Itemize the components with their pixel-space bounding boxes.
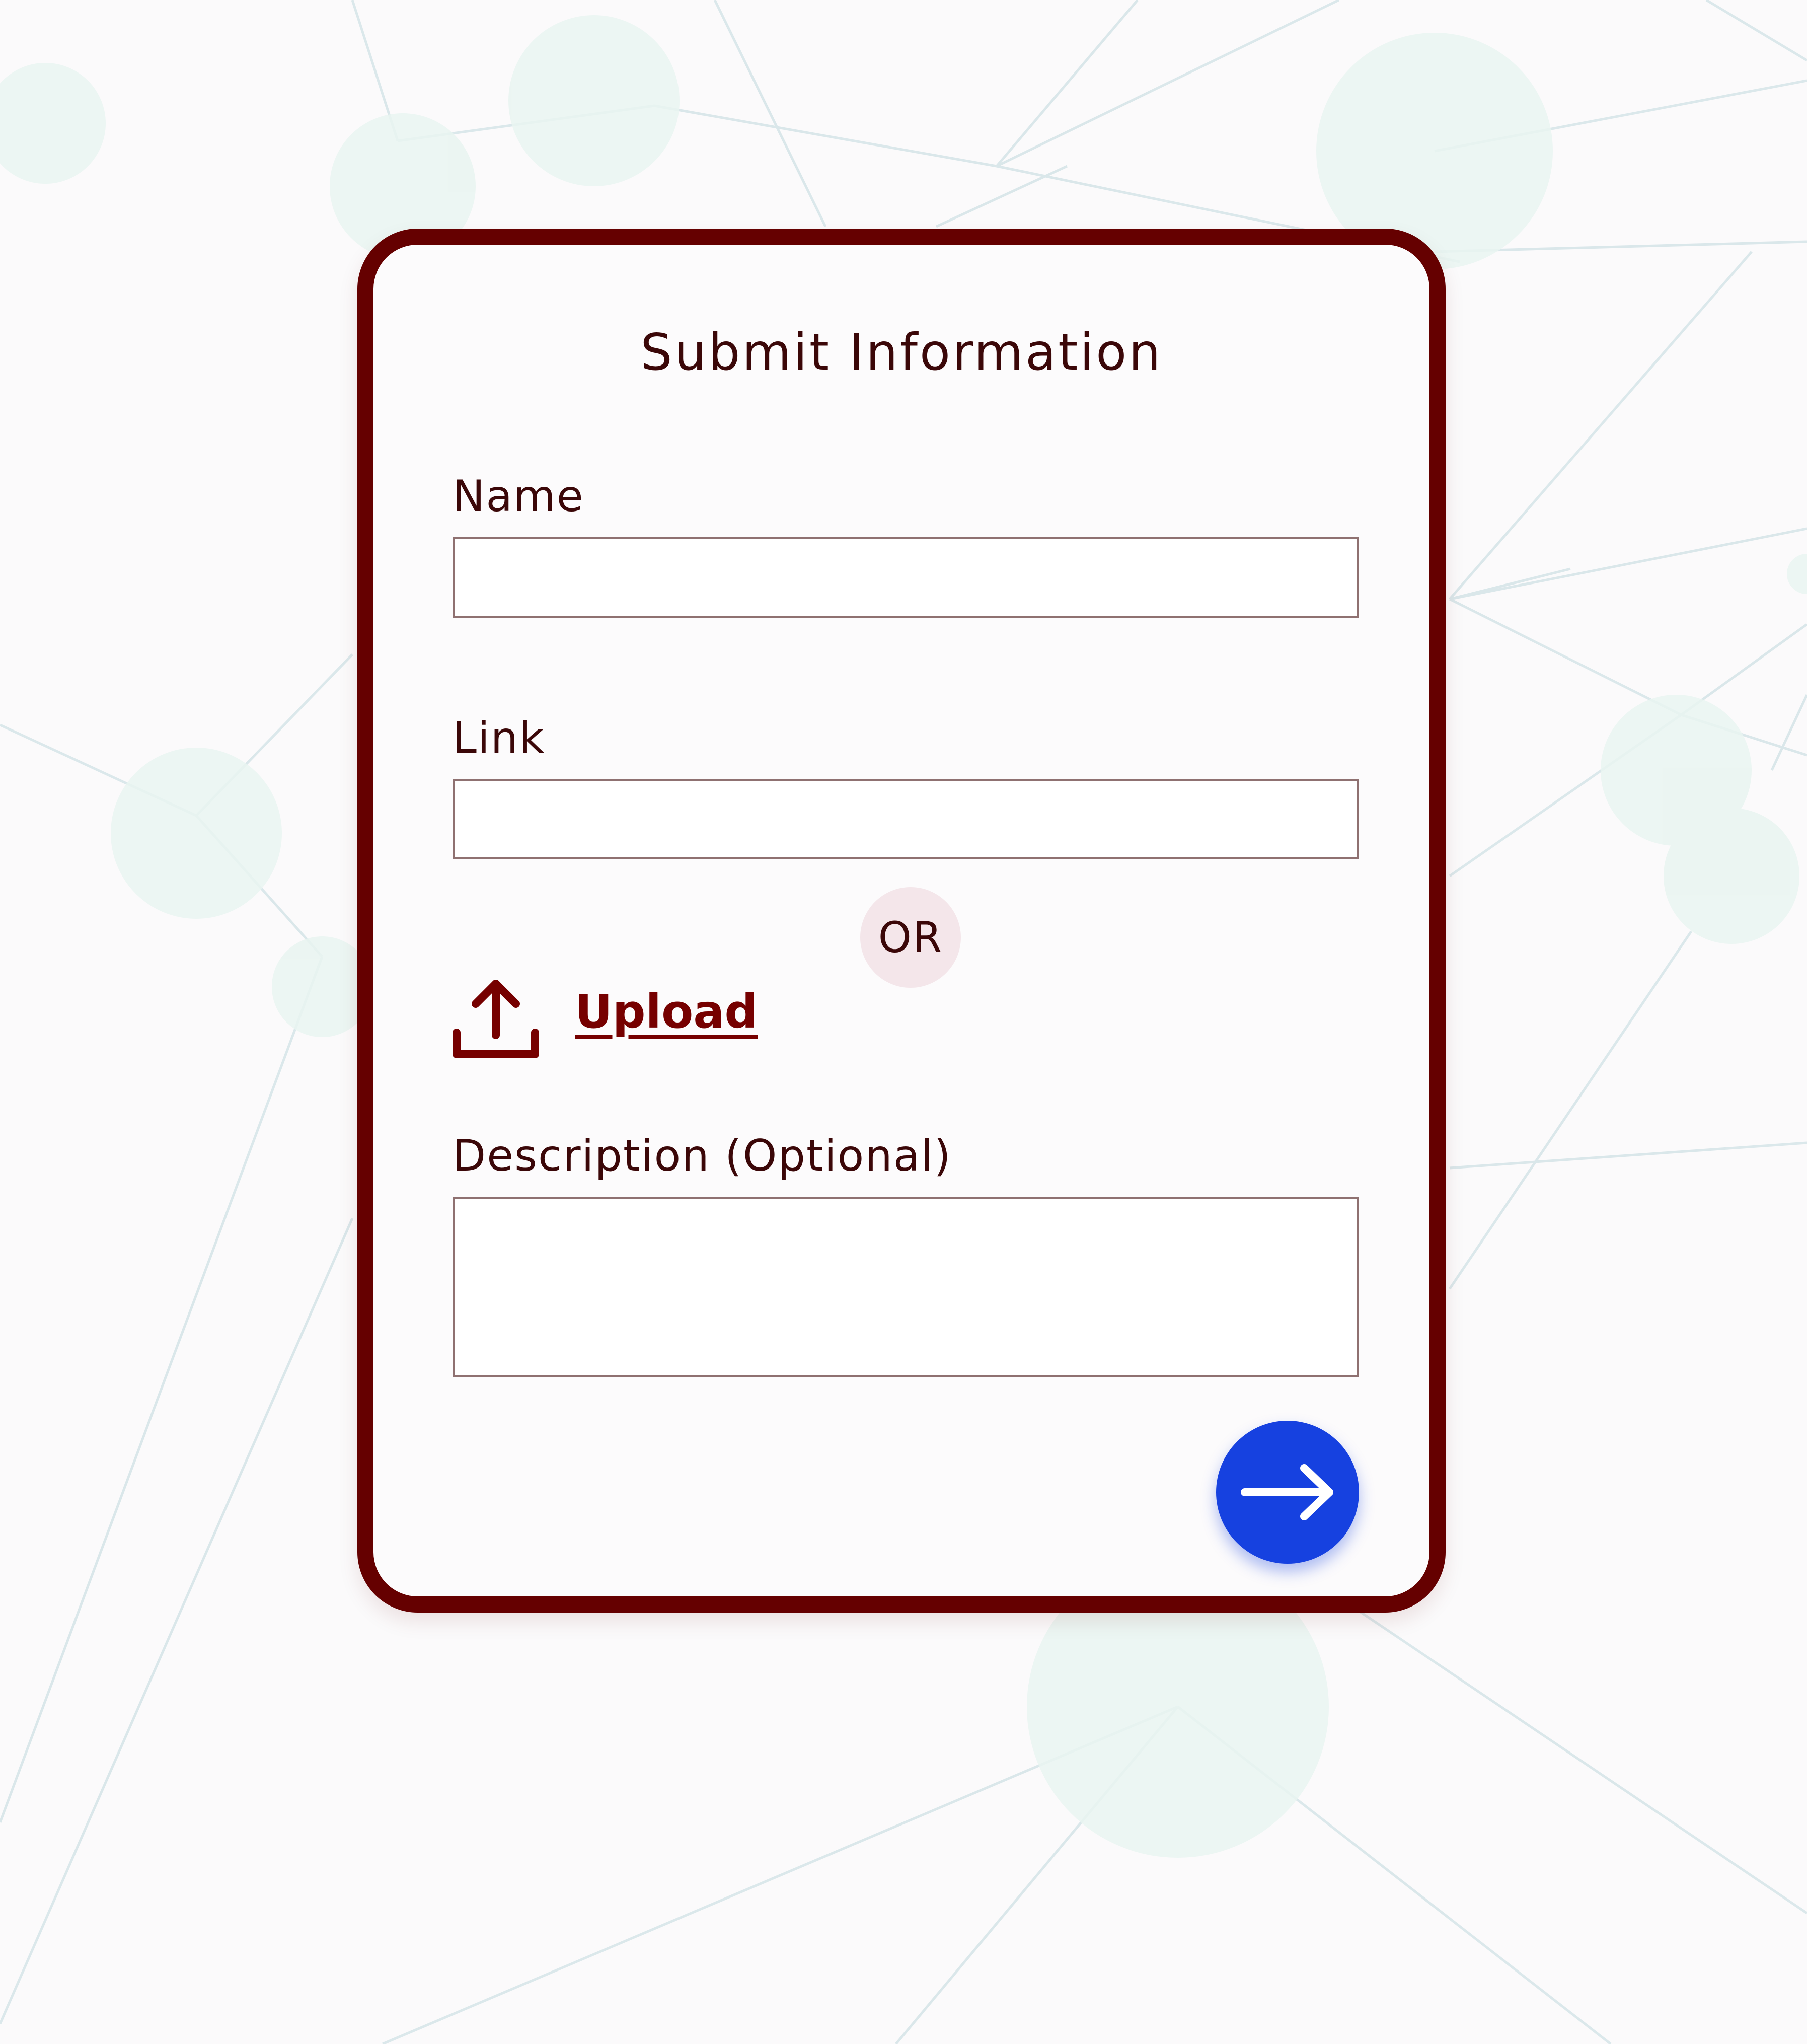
link-input[interactable] (453, 779, 1359, 859)
link-label: Link (453, 713, 546, 763)
or-text: OR (878, 913, 943, 962)
upload-icon[interactable] (450, 975, 541, 1060)
form-title: Submit Information (640, 323, 1163, 382)
submit-form-card: Submit Information Name Link OR Upload D… (357, 229, 1446, 1613)
or-divider-badge: OR (860, 887, 961, 988)
description-optional-text: (Optional) (725, 1131, 952, 1181)
description-label-text: Description (453, 1131, 710, 1181)
description-textarea[interactable] (453, 1197, 1359, 1377)
name-input[interactable] (453, 537, 1359, 618)
description-label: Description (Optional) (453, 1131, 952, 1181)
arrow-right-icon (1241, 1464, 1333, 1520)
name-label: Name (453, 471, 584, 522)
upload-link[interactable]: Upload (575, 985, 758, 1039)
submit-button[interactable] (1216, 1421, 1359, 1564)
